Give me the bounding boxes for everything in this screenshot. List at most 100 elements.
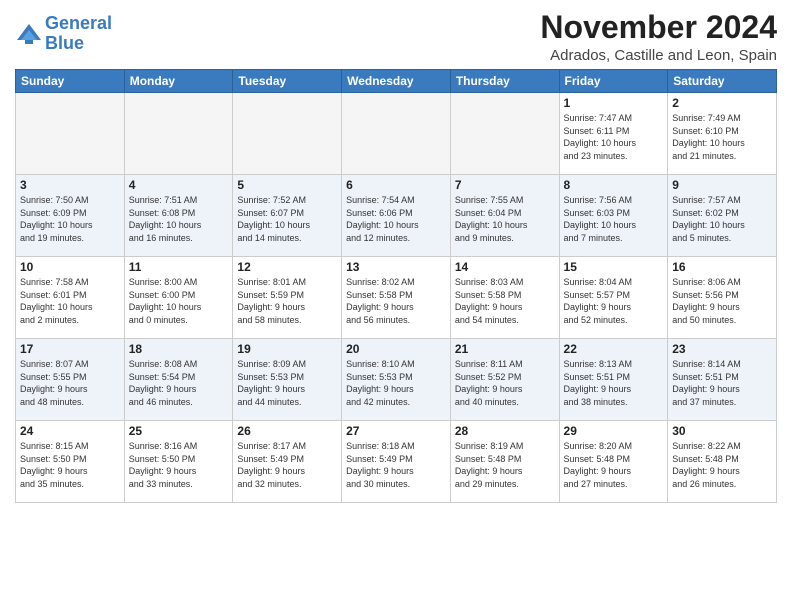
day-info: Sunrise: 8:22 AM Sunset: 5:48 PM Dayligh… [672, 440, 772, 490]
day-info: Sunrise: 8:08 AM Sunset: 5:54 PM Dayligh… [129, 358, 229, 408]
day-number: 20 [346, 342, 446, 356]
day-cell-4-5: 29Sunrise: 8:20 AM Sunset: 5:48 PM Dayli… [559, 421, 668, 503]
week-row-1: 3 Sunrise: 7:50 AM Sunset: 6:09 PM Daylig… [16, 175, 777, 257]
day-info: Sunrise: 7:55 AM Sunset: 6:04 PM Dayligh… [455, 194, 555, 244]
day-info: Sunrise: 7:52 AM Sunset: 6:07 PM Dayligh… [237, 194, 337, 244]
location: Adrados, Castille and Leon, Spain [540, 47, 777, 64]
day-number: 26 [237, 424, 337, 438]
day-number: 14 [455, 260, 555, 274]
day-number: 12 [237, 260, 337, 274]
col-thursday: Thursday [450, 70, 559, 93]
day-info: Sunrise: 8:15 AM Sunset: 5:50 PM Dayligh… [20, 440, 120, 490]
header: General Blue November 2024 Adrados, Cast… [15, 10, 777, 64]
day-number: 23 [672, 342, 772, 356]
col-friday: Friday [559, 70, 668, 93]
day-cell-0-6: 2Sunrise: 7:49 AM Sunset: 6:10 PM Daylig… [668, 93, 777, 175]
logo-line2: Blue [45, 33, 84, 53]
day-number: 11 [129, 260, 229, 274]
day-cell-2-4: 14 Sunrise: 8:03 AM Sunset: 5:58 PM Dayli… [450, 257, 559, 339]
day-info: Sunrise: 8:07 AM Sunset: 5:55 PM Dayligh… [20, 358, 120, 408]
day-number: 13 [346, 260, 446, 274]
day-info: Sunrise: 7:54 AM Sunset: 6:06 PM Dayligh… [346, 194, 446, 244]
day-info: Sunrise: 8:20 AM Sunset: 5:48 PM Dayligh… [564, 440, 664, 490]
day-number: 19 [237, 342, 337, 356]
day-info: Sunrise: 8:02 AM Sunset: 5:58 PM Dayligh… [346, 276, 446, 326]
day-info: Sunrise: 8:03 AM Sunset: 5:58 PM Dayligh… [455, 276, 555, 326]
day-number: 10 [20, 260, 120, 274]
day-cell-1-0: 3 Sunrise: 7:50 AM Sunset: 6:09 PM Daylig… [16, 175, 125, 257]
day-number: 30 [672, 424, 772, 438]
day-cell-4-6: 30 Sunrise: 8:22 AM Sunset: 5:48 PM Dayli… [668, 421, 777, 503]
day-number: 24 [20, 424, 120, 438]
day-cell-3-2: 19 Sunrise: 8:09 AM Sunset: 5:53 PM Dayli… [233, 339, 342, 421]
day-cell-1-3: 6 Sunrise: 7:54 AM Sunset: 6:06 PM Daylig… [342, 175, 451, 257]
day-cell-3-4: 21 Sunrise: 8:11 AM Sunset: 5:52 PM Dayli… [450, 339, 559, 421]
day-cell-3-6: 23 Sunrise: 8:14 AM Sunset: 5:51 PM Dayli… [668, 339, 777, 421]
day-info: Sunrise: 8:19 AM Sunset: 5:48 PM Dayligh… [455, 440, 555, 490]
day-cell-1-2: 5 Sunrise: 7:52 AM Sunset: 6:07 PM Daylig… [233, 175, 342, 257]
day-cell-2-5: 15 Sunrise: 8:04 AM Sunset: 5:57 PM Dayli… [559, 257, 668, 339]
col-tuesday: Tuesday [233, 70, 342, 93]
day-cell-3-5: 22 Sunrise: 8:13 AM Sunset: 5:51 PM Dayli… [559, 339, 668, 421]
week-row-3: 17 Sunrise: 8:07 AM Sunset: 5:55 PM Dayli… [16, 339, 777, 421]
col-sunday: Sunday [16, 70, 125, 93]
day-cell-3-0: 17 Sunrise: 8:07 AM Sunset: 5:55 PM Dayli… [16, 339, 125, 421]
day-cell-4-0: 24 Sunrise: 8:15 AM Sunset: 5:50 PM Dayli… [16, 421, 125, 503]
day-info: Sunrise: 8:17 AM Sunset: 5:49 PM Dayligh… [237, 440, 337, 490]
day-number: 27 [346, 424, 446, 438]
day-number: 2 [672, 96, 772, 110]
day-cell-1-1: 4Sunrise: 7:51 AM Sunset: 6:08 PM Daylig… [124, 175, 233, 257]
day-cell-0-4 [450, 93, 559, 175]
day-cell-2-2: 12 Sunrise: 8:01 AM Sunset: 5:59 PM Dayli… [233, 257, 342, 339]
day-cell-3-3: 20 Sunrise: 8:10 AM Sunset: 5:53 PM Dayli… [342, 339, 451, 421]
day-info: Sunrise: 8:18 AM Sunset: 5:49 PM Dayligh… [346, 440, 446, 490]
calendar-body: 1 Sunrise: 7:47 AM Sunset: 6:11 PM Daylig… [16, 93, 777, 503]
day-cell-0-1 [124, 93, 233, 175]
day-cell-4-1: 25Sunrise: 8:16 AM Sunset: 5:50 PM Dayli… [124, 421, 233, 503]
day-info: Sunrise: 8:13 AM Sunset: 5:51 PM Dayligh… [564, 358, 664, 408]
day-cell-1-4: 7 Sunrise: 7:55 AM Sunset: 6:04 PM Daylig… [450, 175, 559, 257]
calendar-header-row: Sunday Monday Tuesday Wednesday Thursday… [16, 70, 777, 93]
logo: General Blue [15, 14, 112, 54]
day-cell-0-0 [16, 93, 125, 175]
logo-icon [15, 20, 43, 48]
day-number: 7 [455, 178, 555, 192]
title-area: November 2024 Adrados, Castille and Leon… [540, 10, 777, 64]
day-info: Sunrise: 8:00 AM Sunset: 6:00 PM Dayligh… [129, 276, 229, 326]
day-info: Sunrise: 8:04 AM Sunset: 5:57 PM Dayligh… [564, 276, 664, 326]
day-number: 21 [455, 342, 555, 356]
week-row-2: 10Sunrise: 7:58 AM Sunset: 6:01 PM Dayli… [16, 257, 777, 339]
month-title: November 2024 [540, 10, 777, 45]
day-number: 18 [129, 342, 229, 356]
page: General Blue November 2024 Adrados, Cast… [0, 0, 792, 508]
day-number: 6 [346, 178, 446, 192]
day-info: Sunrise: 7:47 AM Sunset: 6:11 PM Dayligh… [564, 112, 664, 162]
day-number: 1 [564, 96, 664, 110]
day-info: Sunrise: 7:50 AM Sunset: 6:09 PM Dayligh… [20, 194, 120, 244]
day-cell-1-6: 9Sunrise: 7:57 AM Sunset: 6:02 PM Daylig… [668, 175, 777, 257]
day-number: 15 [564, 260, 664, 274]
day-info: Sunrise: 8:09 AM Sunset: 5:53 PM Dayligh… [237, 358, 337, 408]
day-number: 9 [672, 178, 772, 192]
day-info: Sunrise: 8:14 AM Sunset: 5:51 PM Dayligh… [672, 358, 772, 408]
day-info: Sunrise: 8:11 AM Sunset: 5:52 PM Dayligh… [455, 358, 555, 408]
day-number: 5 [237, 178, 337, 192]
day-number: 4 [129, 178, 229, 192]
day-cell-1-5: 8Sunrise: 7:56 AM Sunset: 6:03 PM Daylig… [559, 175, 668, 257]
col-saturday: Saturday [668, 70, 777, 93]
day-cell-0-5: 1 Sunrise: 7:47 AM Sunset: 6:11 PM Daylig… [559, 93, 668, 175]
day-number: 25 [129, 424, 229, 438]
col-monday: Monday [124, 70, 233, 93]
day-info: Sunrise: 8:01 AM Sunset: 5:59 PM Dayligh… [237, 276, 337, 326]
day-info: Sunrise: 8:10 AM Sunset: 5:53 PM Dayligh… [346, 358, 446, 408]
col-wednesday: Wednesday [342, 70, 451, 93]
day-cell-0-3 [342, 93, 451, 175]
week-row-4: 24 Sunrise: 8:15 AM Sunset: 5:50 PM Dayli… [16, 421, 777, 503]
day-cell-2-1: 11 Sunrise: 8:00 AM Sunset: 6:00 PM Dayli… [124, 257, 233, 339]
day-info: Sunrise: 7:56 AM Sunset: 6:03 PM Dayligh… [564, 194, 664, 244]
day-number: 17 [20, 342, 120, 356]
day-number: 22 [564, 342, 664, 356]
logo-text: General Blue [45, 14, 112, 54]
week-row-0: 1 Sunrise: 7:47 AM Sunset: 6:11 PM Daylig… [16, 93, 777, 175]
day-number: 3 [20, 178, 120, 192]
